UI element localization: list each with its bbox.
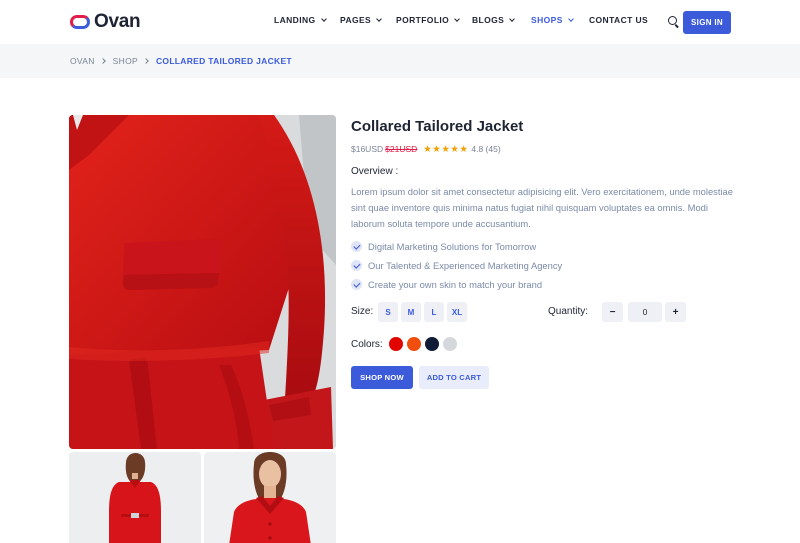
quantity-increase-button[interactable]: + xyxy=(665,302,686,322)
breadcrumb-bar: OVAN SHOP COLLARED TAILORED JACKET xyxy=(0,44,800,78)
feature-text: Create your own skin to match your brand xyxy=(368,279,543,290)
chevron-down-icon xyxy=(320,15,327,22)
current-price: $16USD xyxy=(351,144,384,154)
color-swatch-red[interactable] xyxy=(389,337,403,351)
sign-in-button[interactable]: SIGN IN xyxy=(683,11,731,34)
chevron-right-icon xyxy=(99,58,106,64)
chevron-down-icon xyxy=(567,15,574,22)
search-icon[interactable] xyxy=(668,16,680,28)
check-circle-icon xyxy=(351,279,362,290)
chevron-down-icon xyxy=(509,15,516,22)
nav-label: LANDING xyxy=(274,15,316,25)
product-thumbnail[interactable] xyxy=(204,452,336,543)
chevron-down-icon xyxy=(376,15,382,22)
color-swatch-navy[interactable] xyxy=(425,337,439,351)
color-swatch-orange[interactable] xyxy=(407,337,421,351)
check-circle-icon xyxy=(351,241,362,252)
overview-heading: Overview : xyxy=(351,166,399,177)
feature-text: Digital Marketing Solutions for Tomorrow xyxy=(368,241,537,252)
nav-label: CONTACT US xyxy=(589,15,649,25)
nav-label: BLOGS xyxy=(472,15,505,25)
check-circle-icon xyxy=(351,260,362,271)
nav-item-pages[interactable]: PAGES xyxy=(340,15,382,25)
colors-label: Colors: xyxy=(351,339,383,350)
site-header: Ovan LANDING PAGES PORTFOLIO BLOGS SHOPS… xyxy=(0,0,800,44)
size-option-l[interactable]: L xyxy=(424,302,444,322)
quantity-input[interactable]: 0 xyxy=(628,302,662,322)
feature-item: Create your own skin to match your brand xyxy=(351,278,542,291)
breadcrumb-shop[interactable]: SHOP xyxy=(113,56,138,66)
star-rating-icon: ★★★★★ xyxy=(423,143,469,155)
jacket-closeup-illustration xyxy=(69,115,336,449)
size-label: Size: xyxy=(351,306,374,317)
product-thumbnail[interactable] xyxy=(69,452,201,543)
model-full-illustration xyxy=(69,452,201,543)
size-option-m[interactable]: M xyxy=(401,302,421,322)
add-to-cart-button[interactable]: ADD TO CART xyxy=(419,366,489,389)
quantity-decrease-button[interactable]: − xyxy=(602,302,623,322)
nav-label: PORTFOLIO xyxy=(396,15,450,25)
price-row: $16USD $21USD ★★★★★ 4.8 (45) xyxy=(351,143,501,155)
size-option-xl[interactable]: XL xyxy=(447,302,467,322)
nav-label: SHOPS xyxy=(531,15,563,25)
search-handle xyxy=(674,24,679,28)
nav-label: PAGES xyxy=(340,15,372,25)
quantity-label: Quantity: xyxy=(548,306,589,317)
color-swatch-gray[interactable] xyxy=(443,337,457,351)
product-main-image[interactable] xyxy=(69,115,336,449)
product-description: Lorem ipsum dolor sit amet consectetur a… xyxy=(351,186,733,229)
breadcrumb-home[interactable]: OVAN xyxy=(70,56,95,66)
breadcrumb-current: COLLARED TAILORED JACKET xyxy=(155,56,292,66)
logo-icon xyxy=(70,15,90,29)
model-portrait-illustration xyxy=(204,452,336,543)
feature-item: Our Talented & Experienced Marketing Age… xyxy=(351,259,562,272)
nav-item-contact[interactable]: CONTACT US xyxy=(589,15,648,25)
rating-summary: 4.8 (45) xyxy=(471,144,501,154)
chevron-right-icon xyxy=(143,58,149,64)
nav-item-blogs[interactable]: BLOGS xyxy=(472,15,516,25)
product-title: Collared Tailored Jacket xyxy=(351,118,524,135)
shop-now-button[interactable]: SHOP NOW xyxy=(351,366,413,389)
nav-item-portfolio[interactable]: PORTFOLIO xyxy=(396,15,461,25)
chevron-down-icon xyxy=(454,15,461,22)
nav-item-shops[interactable]: SHOPS xyxy=(531,15,574,25)
brand-name: Ovan xyxy=(94,11,141,32)
old-price: $21USD xyxy=(385,144,418,154)
brand-logo[interactable]: Ovan xyxy=(70,11,141,33)
size-option-s[interactable]: S xyxy=(378,302,398,322)
feature-item: Digital Marketing Solutions for Tomorrow xyxy=(351,240,536,253)
feature-text: Our Talented & Experienced Marketing Age… xyxy=(368,260,563,271)
breadcrumb: OVAN SHOP COLLARED TAILORED JACKET xyxy=(70,56,292,66)
nav-item-landing[interactable]: LANDING xyxy=(274,15,327,25)
